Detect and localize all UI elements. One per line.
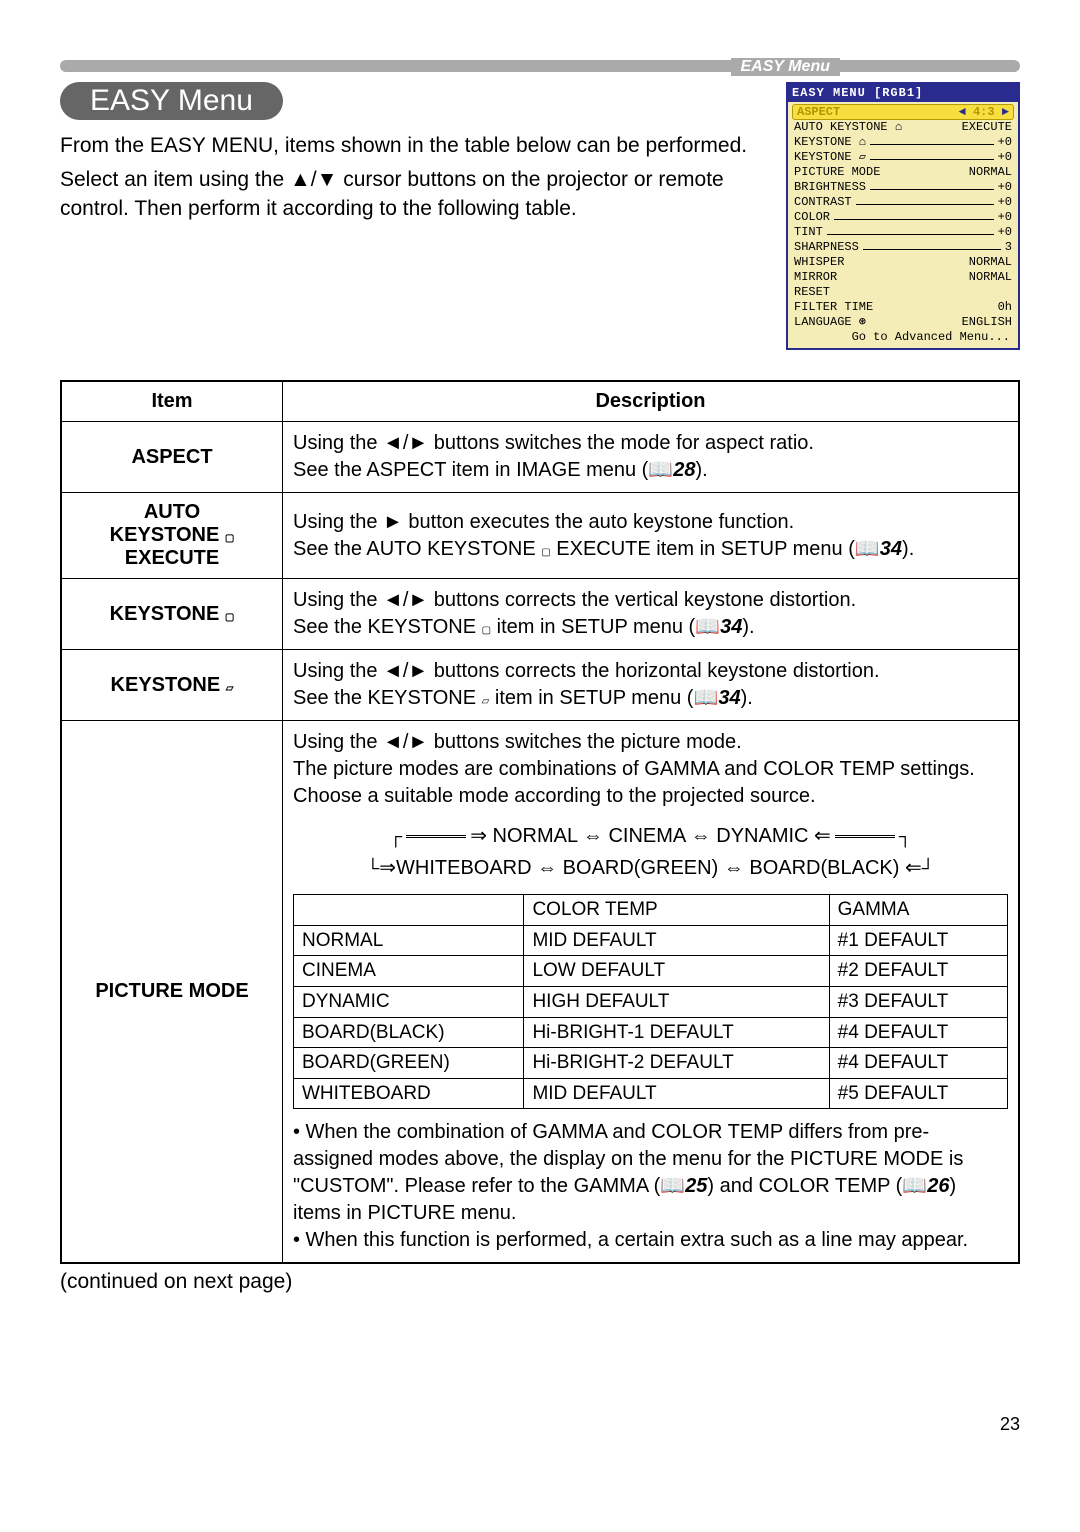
item-keystone-h: KEYSTONE ▱ — [61, 650, 283, 721]
item-aspect: ASPECT — [61, 422, 283, 493]
header-tab: EASY Menu — [731, 58, 841, 76]
continued-note: (continued on next page) — [60, 1270, 1020, 1294]
osd-screenshot: EASY MENU [RGB1] ASPECT ◄ 4:3 ► AUTO KEY… — [786, 82, 1020, 350]
left-arrow-icon: ◄ — [959, 105, 966, 119]
osd-row: LANGUAGE ⊛ENGLISH — [792, 315, 1014, 330]
keystone-h-icon: ▱ — [226, 683, 234, 694]
book-icon: 📖 — [855, 538, 880, 560]
keystone-v-icon: ▢ — [482, 624, 491, 638]
keystone-v-icon: ▢ — [225, 612, 234, 623]
picture-mode-subtable: COLOR TEMP GAMMA NORMALMID DEFAULT#1 DEF… — [293, 894, 1008, 1109]
osd-row: RESET — [792, 285, 1014, 300]
book-icon: 📖 — [693, 687, 718, 709]
intro-paragraph-1: From the EASY MENU, items shown in the t… — [60, 132, 756, 160]
keystone-v-icon: ▢ — [225, 533, 234, 544]
th-desc: Description — [283, 381, 1020, 422]
book-icon: 📖 — [902, 1175, 927, 1197]
book-icon: 📖 — [660, 1175, 685, 1197]
th-item: Item — [61, 381, 283, 422]
table-row: NORMALMID DEFAULT#1 DEFAULT — [294, 925, 1008, 956]
page-number: 23 — [60, 1414, 1020, 1435]
table-row: CINEMALOW DEFAULT#2 DEFAULT — [294, 956, 1008, 987]
osd-row: MIRRORNORMAL — [792, 270, 1014, 285]
table-row: BOARD(BLACK)Hi-BRIGHT-1 DEFAULT#4 DEFAUL… — [294, 1017, 1008, 1048]
right-arrow-icon: ► — [1002, 105, 1009, 119]
osd-highlight-row: ASPECT ◄ 4:3 ► — [792, 104, 1014, 120]
book-icon: 📖 — [648, 459, 673, 481]
osd-aspect-label: ASPECT — [797, 105, 840, 119]
desc-keystone-v: Using the ◄/► buttons corrects the verti… — [283, 579, 1020, 650]
osd-row: WHISPERNORMAL — [792, 255, 1014, 270]
desc-picture-mode: Using the ◄/► buttons switches the pictu… — [283, 721, 1020, 1264]
osd-title: EASY MENU [RGB1] — [788, 84, 1018, 102]
desc-aspect: Using the ◄/► buttons switches the mode … — [283, 422, 1020, 493]
item-keystone-v: KEYSTONE ▢ — [61, 579, 283, 650]
mode-flow: ┌⇒ NORMAL ⇔ CINEMA ⇔ DYNAMIC ⇐┐ └⇒WHITEB… — [293, 820, 1008, 884]
keystone-v-icon: ▢ — [541, 546, 550, 560]
osd-footer: Go to Advanced Menu... — [792, 330, 1014, 344]
desc-auto-keystone: Using the ► button executes the auto key… — [283, 493, 1020, 579]
item-auto-keystone: AUTO KEYSTONE ▢ EXECUTE — [61, 493, 283, 579]
table-row: BOARD(GREEN)Hi-BRIGHT-2 DEFAULT#4 DEFAUL… — [294, 1048, 1008, 1079]
table-row: DYNAMICHIGH DEFAULT#3 DEFAULT — [294, 986, 1008, 1017]
item-picture-mode: PICTURE MODE — [61, 721, 283, 1264]
osd-row: FILTER TIME0h — [792, 300, 1014, 315]
page-title: EASY Menu — [60, 82, 283, 120]
header-bar: EASY Menu — [60, 60, 1020, 72]
intro-paragraph-2: Select an item using the ▲/▼ cursor butt… — [60, 166, 756, 223]
osd-row: SHARPNESS3 — [792, 240, 1014, 255]
desc-keystone-h: Using the ◄/► buttons corrects the horiz… — [283, 650, 1020, 721]
osd-aspect-value: 4:3 — [973, 105, 995, 119]
book-icon: 📖 — [695, 616, 720, 638]
main-table: Item Description ASPECT Using the ◄/► bu… — [60, 380, 1020, 1264]
osd-row: KEYSTONE ▱+0 — [792, 150, 1014, 165]
table-row: WHITEBOARDMID DEFAULT#5 DEFAULT — [294, 1078, 1008, 1109]
